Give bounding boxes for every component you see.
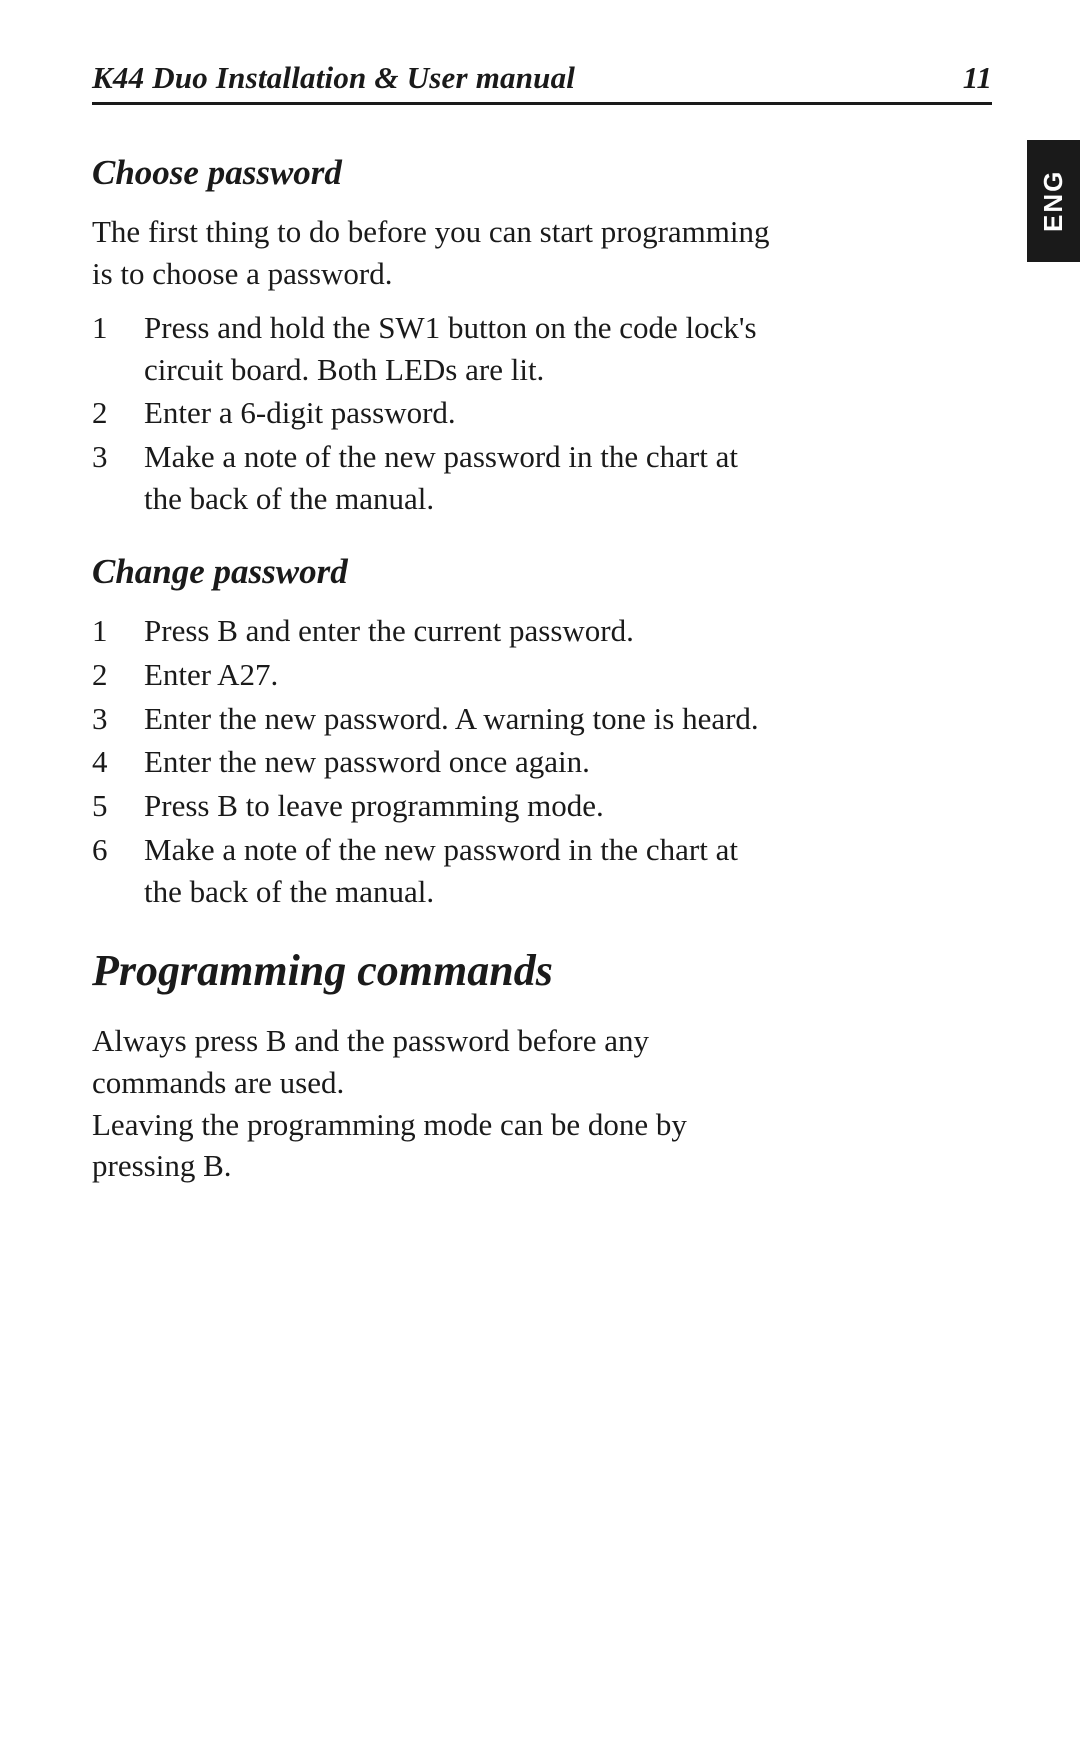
content-area: Choose password The first thing to do be… <box>92 153 792 1187</box>
section-heading-choose-password: Choose password <box>92 153 792 193</box>
list-item: Enter the new password once again. <box>92 741 782 783</box>
header-title: K44 Duo Installation & User manual <box>92 60 575 96</box>
list-item: Press B and enter the current password. <box>92 610 782 652</box>
main-heading-programming-commands: Programming commands <box>92 945 792 996</box>
change-password-steps: Press B and enter the current password. … <box>92 610 792 913</box>
language-tab: ENG <box>1027 140 1080 262</box>
header-page-number: 11 <box>963 60 992 96</box>
page-container: K44 Duo Installation & User manual 11 Ch… <box>0 0 1080 1279</box>
list-item: Enter a 6-digit password. <box>92 392 782 434</box>
list-item: Enter A27. <box>92 654 782 696</box>
list-item: Enter the new password. A warning tone i… <box>92 698 782 740</box>
body-paragraph: Leaving the programming mode can be done… <box>92 1104 782 1188</box>
section-intro: The first thing to do before you can sta… <box>92 211 782 295</box>
section-heading-change-password: Change password <box>92 552 792 592</box>
body-paragraph: Always press B and the password before a… <box>92 1020 782 1104</box>
choose-password-steps: Press and hold the SW1 button on the cod… <box>92 307 792 520</box>
page-header: K44 Duo Installation & User manual 11 <box>92 60 992 105</box>
list-item: Make a note of the new password in the c… <box>92 436 782 520</box>
list-item: Make a note of the new password in the c… <box>92 829 782 913</box>
list-item: Press and hold the SW1 button on the cod… <box>92 307 782 391</box>
list-item: Press B to leave programming mode. <box>92 785 782 827</box>
